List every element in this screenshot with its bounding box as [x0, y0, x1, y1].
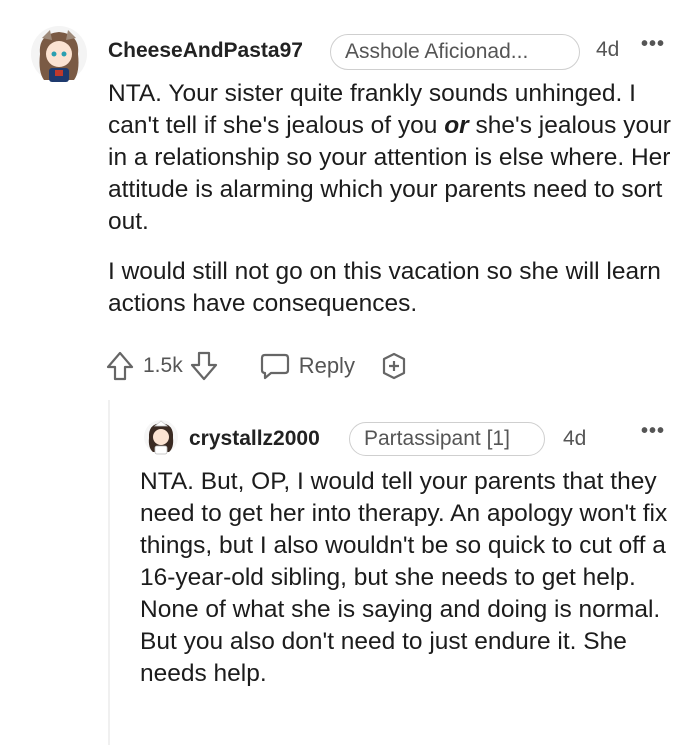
more-options-icon[interactable]: •••: [641, 420, 665, 443]
award-plus-icon[interactable]: [379, 351, 409, 381]
upvote-arrow-icon[interactable]: [105, 350, 135, 382]
avatar[interactable]: [30, 24, 88, 86]
user-flair: Asshole Aficionad...: [330, 34, 580, 70]
user-flair: Partassipant [1]: [349, 422, 545, 456]
thread-line[interactable]: [108, 400, 110, 745]
comment-body: NTA. But, OP, I would tell your parents …: [140, 468, 668, 687]
comment-username[interactable]: CheeseAndPasta97: [108, 39, 303, 63]
comment-timestamp: 4d: [596, 38, 620, 61]
comment-timestamp: 4d: [563, 427, 587, 450]
comment-username[interactable]: crystallz2000: [189, 427, 320, 451]
reply-button[interactable]: Reply: [259, 351, 355, 381]
more-options-icon[interactable]: •••: [641, 33, 665, 56]
avatar[interactable]: [143, 418, 179, 456]
comment-paragraph: I would still not go on this vacation so…: [108, 258, 661, 317]
comment-body: NTA. Your sister quite frankly sounds un…: [108, 78, 678, 338]
comment-actions: 1.5k Reply: [105, 346, 409, 386]
downvote-arrow-icon[interactable]: [189, 350, 219, 382]
emphasis-text: or: [444, 112, 469, 139]
comment-paragraph: NTA. Your sister quite frankly sounds un…: [108, 80, 671, 235]
vote-score: 1.5k: [143, 354, 183, 377]
speech-bubble-icon: [259, 351, 291, 381]
reply-label: Reply: [298, 353, 355, 378]
